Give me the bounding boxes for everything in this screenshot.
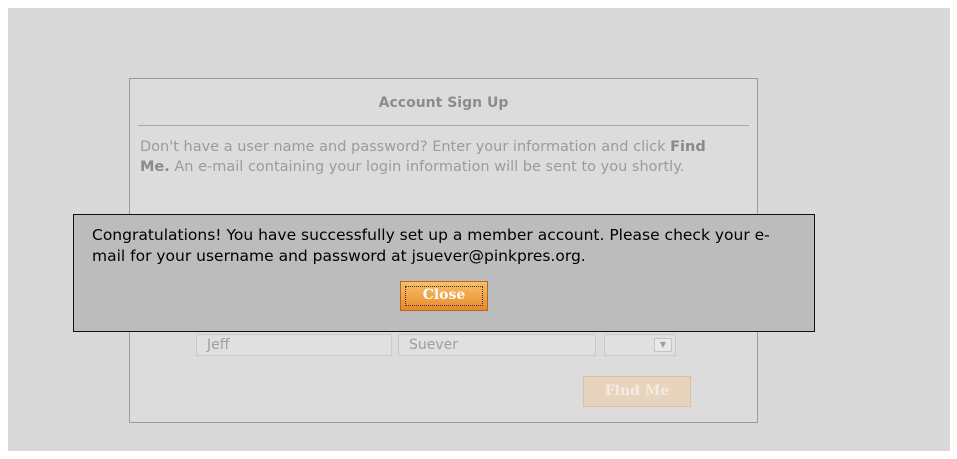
last-name-field[interactable]: Suever (398, 334, 596, 356)
alert-message: Congratulations! You have successfully s… (92, 226, 770, 265)
close-button[interactable]: Close (400, 281, 488, 311)
signup-title: Account Sign Up (378, 95, 509, 111)
success-alert-dialog: Congratulations! You have successfully s… (73, 214, 815, 332)
instructions-text-start: Don't have a user name and password? Ent… (140, 139, 671, 155)
find-me-button[interactable]: Find Me (583, 376, 691, 407)
title-divider (138, 125, 749, 126)
option-select[interactable]: ▼ (604, 334, 676, 356)
first-name-field[interactable]: Jeff (196, 334, 392, 356)
page-background: Account Sign Up Don't have a user name a… (8, 8, 950, 451)
chevron-down-icon[interactable]: ▼ (654, 338, 672, 352)
signup-instructions: Don't have a user name and password? Ent… (140, 137, 740, 177)
close-button-label: Close (422, 287, 466, 303)
instructions-text-end: An e-mail containing your login informat… (169, 159, 685, 175)
